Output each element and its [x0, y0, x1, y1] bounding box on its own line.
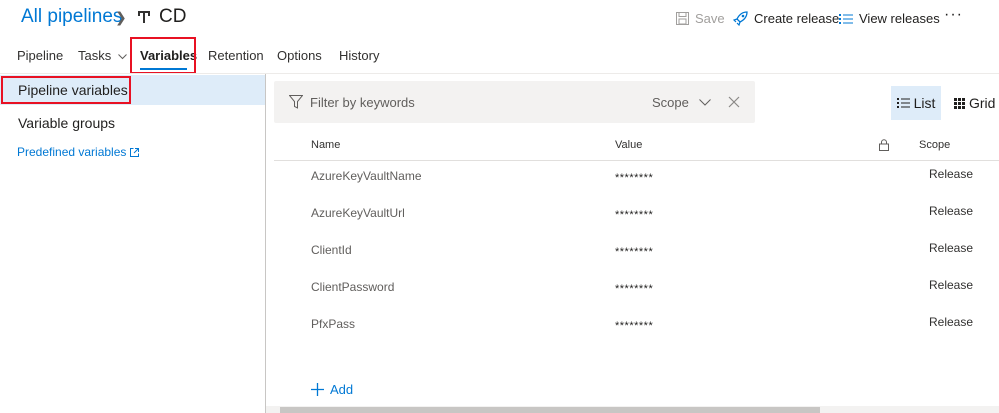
lock-icon — [879, 138, 889, 156]
table-row-value[interactable]: ******** — [615, 320, 653, 332]
table-row-name[interactable]: ClientId — [311, 243, 352, 257]
tabs-divider — [0, 73, 999, 74]
table-row-name[interactable]: ClientPassword — [311, 280, 394, 294]
rocket-icon — [733, 11, 748, 26]
pipeline-icon — [137, 10, 151, 29]
tab-pipeline[interactable]: Pipeline — [17, 48, 63, 63]
list-icon — [839, 13, 853, 24]
list-view-toggle[interactable]: List — [891, 86, 941, 120]
table-row-scope[interactable]: Release — [929, 241, 973, 255]
pipeline-variables-highlight-box — [1, 76, 131, 104]
table-row-value[interactable]: ******** — [615, 172, 653, 184]
tab-tasks-label: Tasks — [78, 48, 112, 63]
list-view-label: List — [913, 95, 936, 111]
sidebar-item-variable-groups[interactable]: Variable groups — [18, 115, 115, 131]
tab-history[interactable]: History — [339, 48, 379, 63]
grid-view-toggle[interactable]: Grid — [954, 95, 995, 111]
close-icon — [728, 96, 740, 108]
scope-dropdown[interactable]: Scope — [652, 95, 711, 110]
page-title: CD — [159, 6, 187, 27]
add-variable-button[interactable]: Add — [311, 382, 353, 397]
table-row-name[interactable]: AzureKeyVaultUrl — [311, 206, 405, 220]
filter-icon — [288, 95, 304, 114]
grid-icon — [954, 97, 965, 109]
table-row-name[interactable]: PfxPass — [311, 317, 355, 331]
save-icon — [676, 12, 689, 25]
chevron-down-icon — [699, 99, 711, 106]
save-button[interactable]: Save — [676, 11, 725, 26]
filter-keywords-input[interactable] — [310, 93, 610, 111]
chevron-down-icon — [118, 54, 127, 60]
plus-icon — [311, 383, 324, 396]
table-row-scope[interactable]: Release — [929, 278, 973, 292]
horizontal-scrollbar-thumb[interactable] — [280, 407, 820, 413]
more-options-button[interactable]: ··· — [944, 6, 963, 24]
table-row-value[interactable]: ******** — [615, 246, 653, 258]
list-icon — [896, 98, 910, 108]
tab-options[interactable]: Options — [277, 48, 322, 63]
column-header-name: Name — [311, 139, 341, 151]
clear-filter-button[interactable] — [728, 95, 740, 113]
table-row-scope[interactable]: Release — [929, 167, 973, 181]
predefined-variables-label: Predefined variables — [17, 145, 127, 159]
tab-variables-highlight-box — [130, 37, 196, 74]
breadcrumb-all-pipelines[interactable]: All pipelines — [21, 6, 122, 28]
add-label: Add — [330, 382, 354, 397]
table-row-scope[interactable]: Release — [929, 315, 973, 329]
view-releases-label: View releases — [859, 11, 940, 26]
table-row-value[interactable]: ******** — [615, 283, 653, 295]
table-row-scope[interactable]: Release — [929, 204, 973, 218]
create-release-button[interactable]: Create release — [733, 11, 839, 26]
grid-view-label: Grid — [969, 95, 996, 111]
chevron-right-icon: ❯ — [115, 9, 127, 25]
predefined-variables-link[interactable]: Predefined variables — [17, 145, 140, 159]
external-link-icon — [130, 147, 140, 157]
view-releases-button[interactable]: View releases — [839, 11, 940, 26]
tab-tasks[interactable]: Tasks — [78, 48, 127, 63]
table-header-divider — [274, 160, 999, 161]
table-row-value[interactable]: ******** — [615, 209, 653, 221]
table-row-name[interactable]: AzureKeyVaultName — [311, 169, 422, 183]
scope-dropdown-label: Scope — [652, 95, 689, 110]
column-header-scope: Scope — [919, 139, 951, 151]
tab-retention[interactable]: Retention — [208, 48, 264, 63]
save-label: Save — [695, 11, 725, 26]
create-release-label: Create release — [754, 11, 840, 26]
column-header-value: Value — [615, 139, 643, 151]
pane-divider[interactable] — [265, 74, 266, 413]
